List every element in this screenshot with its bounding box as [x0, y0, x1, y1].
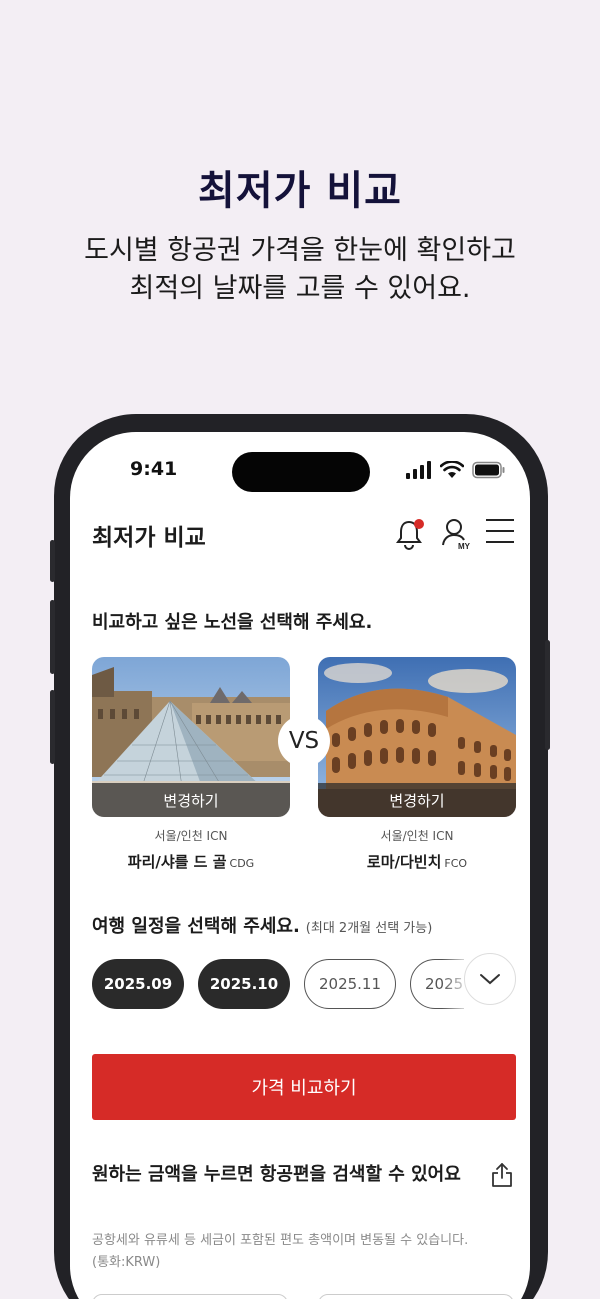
schedule-question-text: 여행 일정을 선택해 주세요.	[92, 916, 300, 937]
page-title: 최저가 비교	[92, 525, 206, 551]
month-pill[interactable]: 2025.11	[304, 959, 396, 1009]
chevron-down-icon	[480, 974, 500, 985]
change-route-button[interactable]: 변경하기	[318, 783, 516, 817]
route-card-rome[interactable]: 변경하기	[318, 657, 516, 817]
status-icons	[406, 460, 506, 480]
notification-bell-icon[interactable]	[394, 516, 426, 550]
phone-volume-down-button	[50, 690, 55, 764]
month-pill[interactable]: 2025.09	[92, 959, 184, 1009]
phone-side-button	[50, 540, 55, 582]
route-destination: 파리/샤를 드 골 CDG	[92, 851, 290, 872]
compare-prices-button[interactable]: 가격 비교하기	[92, 1054, 516, 1120]
hero-subtitle: 도시별 항공권 가격을 한눈에 확인하고 최적의 날짜를 고를 수 있어요.	[0, 232, 600, 308]
price-note: 공항세와 유류세 등 세금이 포함된 편도 총액이며 변동될 수 있습니다. (…	[92, 1233, 469, 1270]
price-card[interactable]	[92, 1294, 288, 1299]
route-question: 비교하고 싶은 노선을 선택해 주세요.	[92, 612, 373, 633]
destination-code: CDG	[229, 857, 255, 870]
phone-volume-up-button	[50, 600, 55, 674]
destination-city: 로마/다빈치	[366, 853, 442, 871]
share-icon[interactable]	[490, 1162, 514, 1188]
schedule-question: 여행 일정을 선택해 주세요. (최대 2개월 선택 가능)	[92, 912, 432, 938]
schedule-hint: (최대 2개월 선택 가능)	[305, 921, 433, 936]
route-origin: 서울/인천 ICN	[154, 829, 228, 843]
notification-dot	[414, 519, 424, 529]
wifi-icon	[440, 461, 464, 478]
route-info-rome: 서울/인천 ICN 로마/다빈치 FCO	[318, 827, 516, 872]
hero-title: 최저가 비교	[198, 168, 402, 214]
route-info-paris: 서울/인천 ICN 파리/샤를 드 골 CDG	[92, 827, 290, 872]
vs-badge: VS	[278, 715, 330, 767]
hero-subtitle-line1: 도시별 항공권 가격을 한눈에 확인하고	[84, 235, 516, 266]
pill-fade-overlay	[442, 958, 464, 1012]
month-pill[interactable]: 2025.10	[198, 959, 290, 1009]
search-question: 원하는 금액을 누르면 항공편을 검색할 수 있어요	[92, 1164, 461, 1185]
price-card[interactable]	[318, 1294, 514, 1299]
hamburger-menu-icon[interactable]	[486, 516, 514, 546]
signal-icon	[406, 461, 431, 479]
month-selector: 2025.09 2025.10 2025.11 2025.12	[92, 958, 464, 1012]
expand-months-button[interactable]	[464, 953, 516, 1005]
hero-subtitle-line2: 최적의 날짜를 고를 수 있어요.	[129, 273, 471, 304]
destination-code: FCO	[444, 857, 468, 870]
status-time: 9:41	[130, 458, 178, 480]
phone-screen: 9:41 최저가 비교 MY 비교하고 싶은 노선을 선택해 주세요. 변경하기…	[70, 432, 530, 1299]
battery-icon	[472, 461, 505, 479]
my-label: MY	[458, 542, 471, 550]
change-route-button[interactable]: 변경하기	[92, 783, 290, 817]
phone-power-button	[545, 640, 550, 750]
destination-city: 파리/샤를 드 골	[127, 853, 227, 871]
route-destination: 로마/다빈치 FCO	[318, 851, 516, 872]
dynamic-island	[232, 452, 370, 492]
route-card-paris[interactable]: 변경하기	[92, 657, 290, 817]
route-origin: 서울/인천 ICN	[380, 829, 454, 843]
my-account-icon[interactable]: MY	[440, 516, 474, 550]
